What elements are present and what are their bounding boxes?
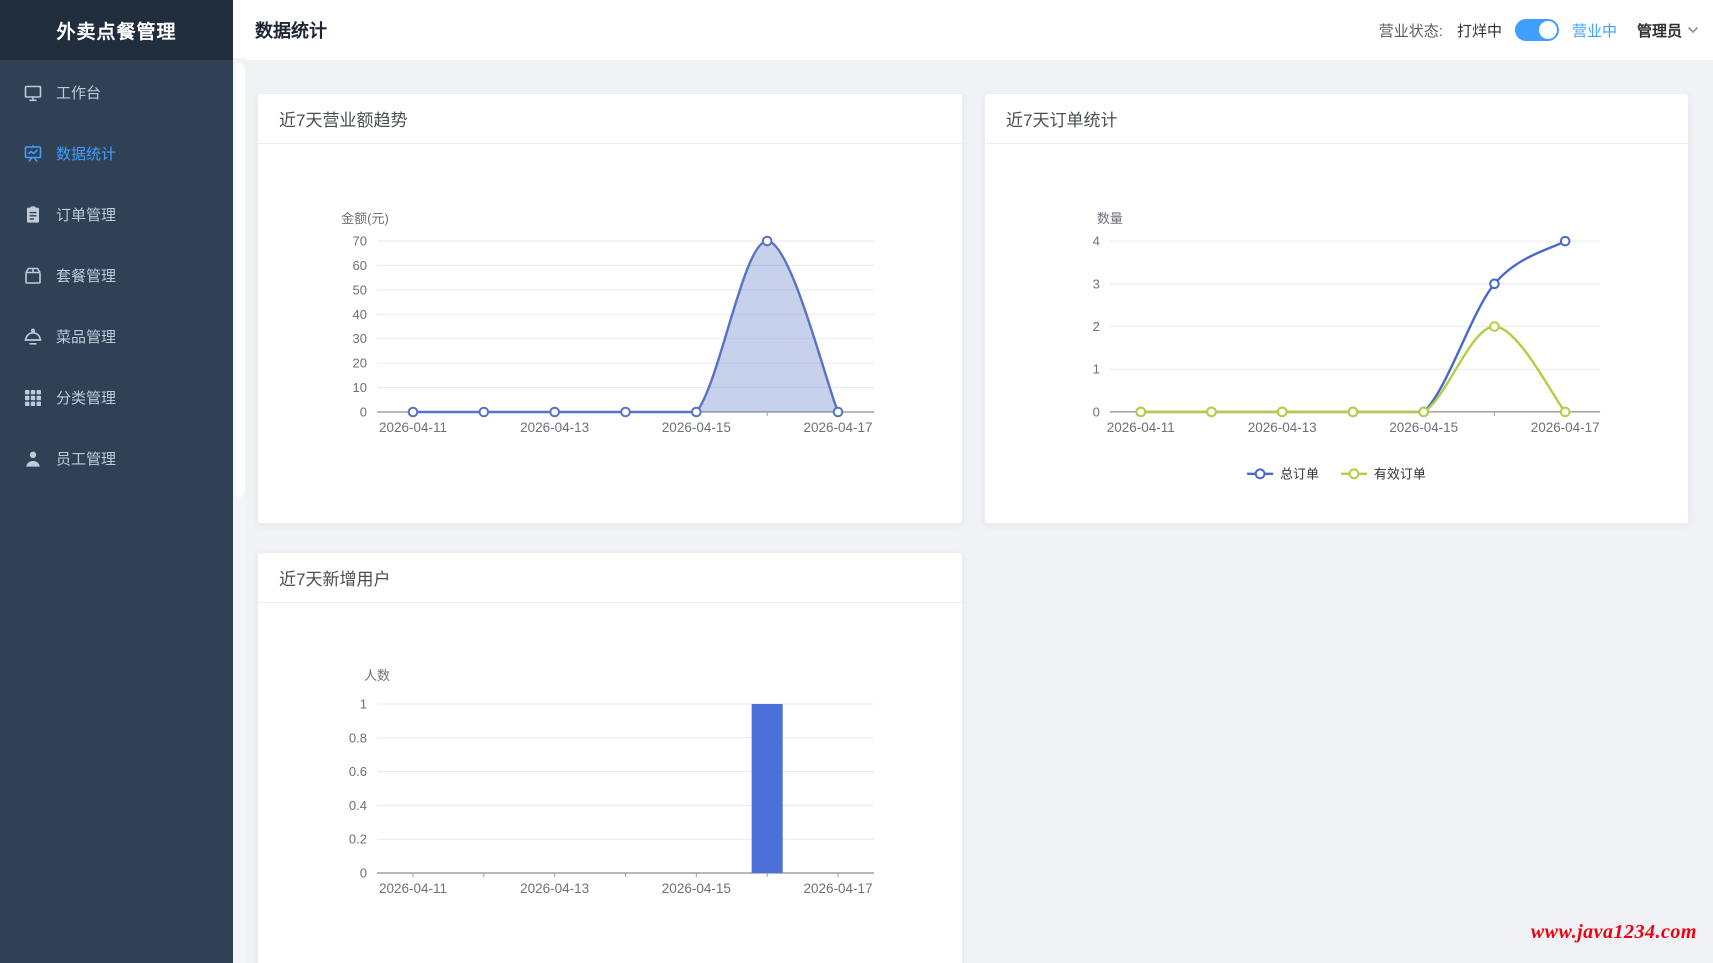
svg-text:0.2: 0.2 <box>349 832 367 847</box>
svg-text:2026-04-13: 2026-04-13 <box>520 881 589 896</box>
svg-text:4: 4 <box>1093 234 1100 249</box>
svg-text:2026-04-11: 2026-04-11 <box>379 420 447 435</box>
card-title: 近7天新增用户 <box>258 553 962 603</box>
new-users-card: 近7天新增用户 0 0.2 0.4 0.6 0.8 1 人数 2026-04-11 2026-0… <box>257 552 963 963</box>
stats-icon <box>23 144 43 164</box>
svg-text:0.6: 0.6 <box>349 764 367 779</box>
grid-icon <box>23 388 43 408</box>
order-stats-card: 近7天订单统计 0 1 2 3 4 数量 2026-04-11 2026-04-13 2026-… <box>984 93 1689 524</box>
sidebar-item-label: 数据统计 <box>56 143 116 164</box>
sidebar-item-stats[interactable]: 数据统计 <box>0 123 233 184</box>
svg-text:20: 20 <box>353 356 367 371</box>
svg-text:2026-04-15: 2026-04-15 <box>662 881 731 896</box>
svg-text:30: 30 <box>353 331 367 346</box>
svg-text:0: 0 <box>360 405 367 420</box>
sidebar-item-label: 分类管理 <box>56 387 116 408</box>
svg-text:2026-04-15: 2026-04-15 <box>662 420 731 435</box>
scrollbar-thumb[interactable] <box>235 63 245 497</box>
app-logo: 外卖点餐管理 <box>0 0 233 60</box>
svg-text:60: 60 <box>353 258 367 273</box>
status-open-label: 营业中 <box>1572 20 1617 41</box>
svg-text:2: 2 <box>1093 319 1100 334</box>
sidebar-item-label: 菜品管理 <box>56 326 116 347</box>
sidebar-item-staff[interactable]: 员工管理 <box>0 428 233 489</box>
sidebar-item-label: 套餐管理 <box>56 265 116 286</box>
svg-text:人数: 人数 <box>364 668 390 683</box>
svg-text:1: 1 <box>1093 362 1100 377</box>
svg-text:2026-04-17: 2026-04-17 <box>803 420 872 435</box>
user-icon <box>23 449 43 469</box>
svg-text:3: 3 <box>1093 276 1100 291</box>
business-status-label: 营业状态: <box>1379 20 1443 41</box>
watermark: www.java1234.com <box>1531 921 1697 944</box>
svg-text:0: 0 <box>1093 404 1100 419</box>
svg-text:1: 1 <box>360 697 367 712</box>
order-stats-chart: 0 1 2 3 4 数量 2026-04-11 2026-04-13 2026-04-15 202… <box>985 144 1688 524</box>
svg-text:2026-04-13: 2026-04-13 <box>520 420 589 435</box>
card-title: 近7天订单统计 <box>985 94 1688 144</box>
sidebar-item-packages[interactable]: 套餐管理 <box>0 245 233 306</box>
svg-text:金额(元): 金额(元) <box>341 211 389 226</box>
user-menu[interactable]: 管理员 <box>1637 20 1699 41</box>
status-closed-label: 打烊中 <box>1457 20 1502 41</box>
svg-text:70: 70 <box>353 234 367 249</box>
sidebar-item-orders[interactable]: 订单管理 <box>0 184 233 245</box>
revenue-trend-card: 近7天营业额趋势 0 10 20 30 40 50 60 70 金额(元) 2026-04-11 2… <box>257 93 963 524</box>
svg-text:2026-04-11: 2026-04-11 <box>1107 420 1175 435</box>
svg-text:数量: 数量 <box>1097 211 1123 226</box>
svg-text:有效订单: 有效订单 <box>1374 466 1426 481</box>
svg-text:2026-04-17: 2026-04-17 <box>803 881 872 896</box>
revenue-trend-chart: 0 10 20 30 40 50 60 70 金额(元) 2026-04-11 2026-04-13… <box>258 144 962 524</box>
new-users-chart: 0 0.2 0.4 0.6 0.8 1 人数 2026-04-11 2026-04-13 2026… <box>258 603 962 963</box>
user-name: 管理员 <box>1637 20 1682 41</box>
order-icon <box>23 205 43 225</box>
sidebar-item-workbench[interactable]: 工作台 <box>0 62 233 123</box>
header-right: 营业状态: 打烊中 营业中 管理员 <box>1379 19 1713 41</box>
svg-text:10: 10 <box>353 380 367 395</box>
sidebar-menu: 工作台数据统计订单管理套餐管理菜品管理分类管理员工管理 <box>0 60 233 489</box>
sidebar-item-categories[interactable]: 分类管理 <box>0 367 233 428</box>
svg-text:0.4: 0.4 <box>349 798 367 813</box>
package-icon <box>23 266 43 286</box>
svg-text:0: 0 <box>360 866 367 881</box>
sidebar-scrollbar[interactable] <box>233 58 246 963</box>
svg-text:2026-04-13: 2026-04-13 <box>1248 420 1317 435</box>
svg-text:总订单: 总订单 <box>1280 466 1319 481</box>
svg-text:2026-04-15: 2026-04-15 <box>1389 420 1458 435</box>
chevron-down-icon <box>1687 26 1699 34</box>
svg-text:50: 50 <box>353 282 367 297</box>
main-content: 近7天营业额趋势 010203040506070金额(元)2026-04-112… <box>233 60 1713 963</box>
card-title: 近7天营业额趋势 <box>258 94 962 144</box>
svg-text:40: 40 <box>353 307 367 322</box>
sidebar: 外卖点餐管理 工作台数据统计订单管理套餐管理菜品管理分类管理员工管理 <box>0 0 233 963</box>
svg-text:0.8: 0.8 <box>349 730 367 745</box>
sidebar-item-label: 订单管理 <box>56 204 116 225</box>
sidebar-item-dishes[interactable]: 菜品管理 <box>0 306 233 367</box>
dish-icon <box>23 327 43 347</box>
page-title: 数据统计 <box>255 17 327 43</box>
svg-text:2026-04-17: 2026-04-17 <box>1531 420 1600 435</box>
svg-text:2026-04-11: 2026-04-11 <box>379 881 447 896</box>
monitor-icon <box>23 83 43 103</box>
sidebar-item-label: 工作台 <box>56 82 101 103</box>
top-header: 数据统计 营业状态: 打烊中 营业中 管理员 <box>233 0 1713 60</box>
sidebar-item-label: 员工管理 <box>56 448 116 469</box>
business-status-toggle[interactable] <box>1515 19 1559 41</box>
toggle-knob <box>1539 21 1557 39</box>
